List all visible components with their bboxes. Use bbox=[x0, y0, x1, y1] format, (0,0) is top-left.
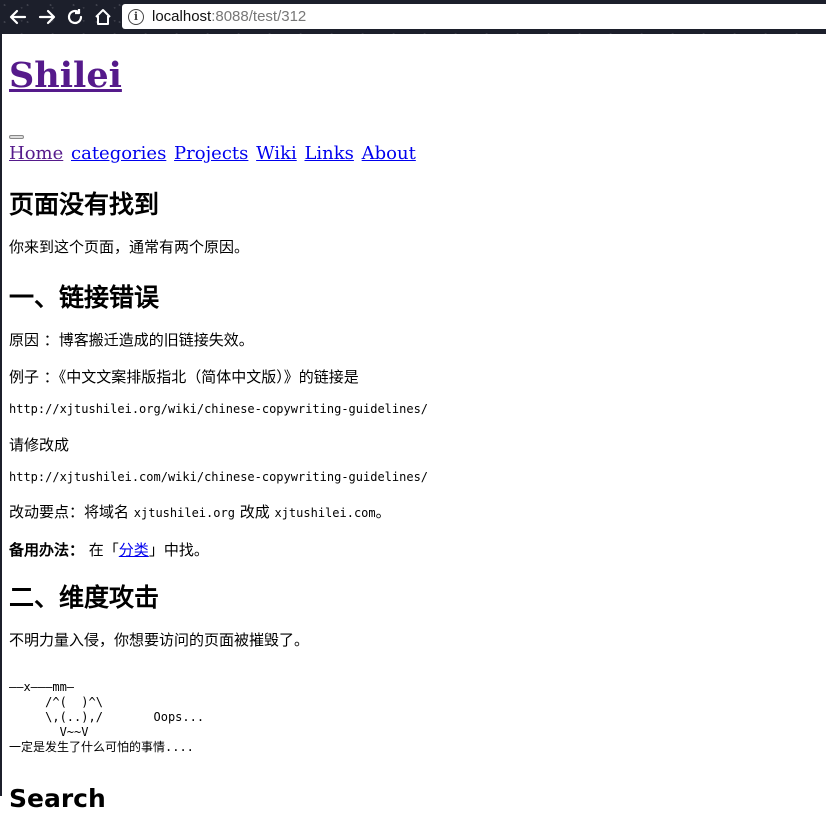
page-heading: 页面没有找到 bbox=[9, 190, 160, 219]
old-domain-code: xjtushilei.org bbox=[133, 506, 235, 520]
window-border bbox=[0, 34, 2, 796]
nav-categories[interactable]: categories bbox=[71, 143, 166, 164]
info-icon[interactable]: i bbox=[128, 8, 144, 25]
search-heading: Search bbox=[9, 784, 106, 813]
backup-prefix: 在「 bbox=[84, 541, 119, 559]
section1-heading: 一、链接错误 bbox=[9, 283, 160, 312]
backup-note: 备用办法： 在「分类」中找。 bbox=[9, 539, 209, 560]
site-title-link[interactable]: Shilei bbox=[9, 55, 122, 96]
fix-label: 请修改成 bbox=[9, 436, 70, 454]
change-note: 改动要点：将域名 xjtushilei.org 改成 xjtushilei.co… bbox=[9, 501, 391, 522]
nav-projects[interactable]: Projects bbox=[174, 143, 248, 164]
new-url-code: http://xjtushilei.com/wiki/chinese-copyw… bbox=[9, 470, 429, 484]
attack-text: 不明力量入侵，你想要访问的页面被摧毁了。 bbox=[9, 631, 310, 649]
backup-label: 备用办法： bbox=[9, 541, 85, 559]
url-path: :8088/test/312 bbox=[211, 8, 307, 25]
reason-text: 原因 ：博客搬迁造成的旧链接失效。 bbox=[9, 331, 254, 349]
old-url-code: http://xjtushilei.org/wiki/chinese-copyw… bbox=[9, 402, 429, 416]
change-mid: 改成 bbox=[234, 503, 275, 521]
main-nav: Home categories Projects Wiki Links Abou… bbox=[9, 143, 418, 164]
change-suffix: 。 bbox=[375, 503, 391, 521]
url-host: localhost bbox=[152, 8, 212, 25]
nav-home[interactable]: Home bbox=[9, 143, 63, 164]
nav-wiki[interactable]: Wiki bbox=[256, 143, 297, 164]
address-bar[interactable]: i localhost:8088/test/312 bbox=[122, 4, 826, 29]
nav-about[interactable]: About bbox=[362, 143, 416, 164]
browser-toolbar: i localhost:8088/test/312 bbox=[0, 0, 826, 34]
example-text: 例子 ：《中文文案排版指北（简体中文版）》的链接是 bbox=[9, 368, 359, 386]
nav-links[interactable]: Links bbox=[304, 143, 353, 164]
reload-icon[interactable] bbox=[64, 6, 86, 28]
intro-text: 你来到这个页面，通常有两个原因。 bbox=[9, 238, 250, 256]
categories-link[interactable]: 分类 bbox=[119, 541, 149, 559]
home-icon[interactable] bbox=[92, 6, 114, 28]
backup-suffix: 」中找。 bbox=[148, 541, 209, 559]
new-domain-code: xjtushilei.com bbox=[274, 506, 376, 520]
forward-icon[interactable] bbox=[36, 6, 58, 28]
change-prefix: 改动要点：将域名 bbox=[9, 503, 134, 521]
menu-toggle-button[interactable] bbox=[9, 135, 24, 139]
back-icon[interactable] bbox=[7, 6, 29, 28]
section2-heading: 二、维度攻击 bbox=[9, 583, 160, 612]
ascii-art: ——x———mm— /^( )^\ \,(..),/ Oops... V~~V … bbox=[9, 680, 205, 754]
